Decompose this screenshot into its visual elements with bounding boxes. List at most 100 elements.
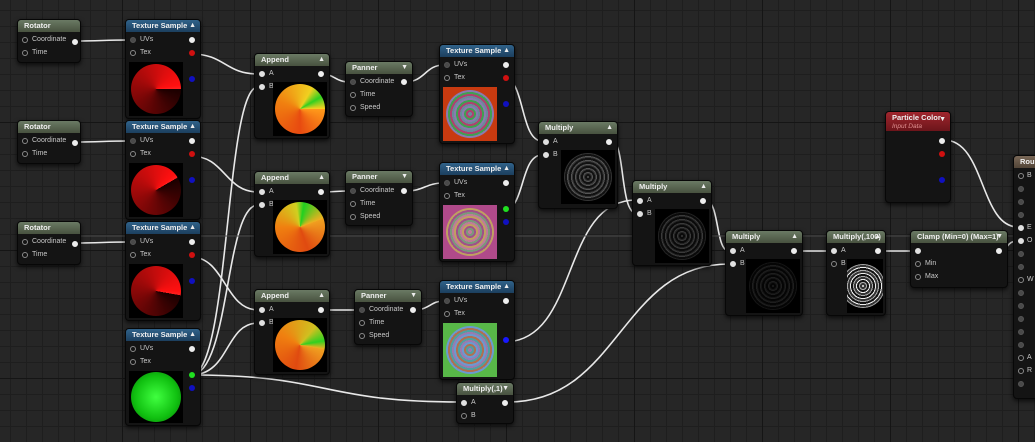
chevron-up-icon[interactable]: ▲ — [189, 121, 196, 133]
node-header[interactable]: Texture Sample ▲ — [440, 163, 514, 175]
output-pin[interactable] — [875, 248, 881, 254]
rgb-output-pin[interactable] — [189, 37, 195, 43]
time-pin[interactable] — [350, 201, 356, 207]
multiply-constant-node[interactable]: Multiply(,100) ▲ A B — [826, 230, 886, 316]
blue-output-pin[interactable] — [503, 219, 509, 225]
node-header[interactable]: Texture Sample ▲ — [126, 121, 200, 133]
panner-node[interactable]: Panner ▼ Coordinate Time Speed — [345, 170, 413, 226]
multiply-constant-node[interactable]: Multiply(,1) ▼ A B — [456, 382, 514, 424]
a-pin[interactable] — [637, 198, 643, 204]
roughness-pin[interactable] — [1018, 212, 1024, 218]
node-header[interactable]: Append ▲ — [255, 172, 329, 184]
chevron-up-icon[interactable]: ▲ — [189, 329, 196, 341]
texture-sample-node[interactable]: Texture Sample ▲ UVs Tex — [125, 120, 201, 220]
chevron-up-icon[interactable]: ▲ — [503, 281, 510, 293]
node-header[interactable]: Panner ▼ — [346, 62, 412, 74]
output-pin[interactable] — [700, 198, 706, 204]
chevron-down-icon[interactable]: ▼ — [939, 115, 946, 125]
b-pin[interactable] — [543, 152, 549, 158]
append-node[interactable]: Append ▲ A B — [254, 289, 330, 375]
a-pin[interactable] — [461, 400, 467, 406]
uvs-pin[interactable] — [444, 180, 450, 186]
a-pin[interactable] — [259, 71, 265, 77]
node-header[interactable]: Panner ▼ — [346, 171, 412, 183]
alpha-output-pin[interactable] — [503, 232, 509, 238]
rotator-node[interactable]: Rotator Coordinate Time — [17, 221, 81, 265]
base-color-pin[interactable] — [1018, 173, 1024, 179]
blue-output-pin[interactable] — [939, 177, 945, 183]
uvs-pin[interactable] — [130, 239, 136, 245]
max-pin[interactable] — [915, 274, 921, 280]
rgb-output-pin[interactable] — [189, 346, 195, 352]
texture-sample-node[interactable]: Texture Sample ▲ UVs Tex — [125, 328, 201, 426]
a-pin[interactable] — [730, 248, 736, 254]
output-pin[interactable] — [401, 79, 407, 85]
blue-output-pin[interactable] — [189, 278, 195, 284]
coordinate-pin[interactable] — [22, 37, 28, 43]
chevron-up-icon[interactable]: ▲ — [189, 20, 196, 32]
green-output-pin[interactable] — [189, 372, 195, 378]
output-pin[interactable] — [72, 39, 78, 45]
green-output-pin[interactable] — [503, 88, 509, 94]
blue-output-pin[interactable] — [189, 177, 195, 183]
texture-sample-node[interactable]: Texture Sample ▲ UVs Tex — [439, 280, 515, 380]
chevron-up-icon[interactable]: ▲ — [318, 54, 325, 66]
red-output-pin[interactable] — [189, 252, 195, 258]
tex-pin[interactable] — [444, 193, 450, 199]
speed-pin[interactable] — [350, 105, 356, 111]
output-pin[interactable] — [410, 307, 416, 313]
output-pin[interactable] — [996, 248, 1002, 254]
coordinate-pin[interactable] — [22, 239, 28, 245]
green-output-pin[interactable] — [939, 164, 945, 170]
node-header[interactable]: Roun — [1014, 156, 1035, 168]
emissive-color-pin[interactable] — [1018, 225, 1024, 231]
coordinate-pin[interactable] — [350, 79, 356, 85]
chevron-up-icon[interactable]: ▲ — [189, 222, 196, 234]
material-result-node[interactable]: Roun B E O W A R — [1013, 155, 1035, 399]
node-header[interactable]: Append ▲ — [255, 290, 329, 302]
output-pin[interactable] — [606, 139, 612, 145]
node-header[interactable]: Texture Sample ▲ — [126, 222, 200, 234]
alpha-output-pin[interactable] — [189, 398, 195, 404]
rotator-node[interactable]: Rotator Coordinate Time — [17, 19, 81, 63]
b-pin[interactable] — [637, 211, 643, 217]
output-pin[interactable] — [791, 248, 797, 254]
tex-pin[interactable] — [444, 75, 450, 81]
rgb-output-pin[interactable] — [503, 62, 509, 68]
b-pin[interactable] — [259, 84, 265, 90]
append-node[interactable]: Append ▲ A B — [254, 53, 330, 139]
green-output-pin[interactable] — [503, 324, 509, 330]
texture-sample-node[interactable]: Texture Sample ▲ UVs Tex — [125, 221, 201, 321]
b-pin[interactable] — [259, 320, 265, 326]
texture-sample-node[interactable]: Texture Sample ▲ UVs Tex — [125, 19, 201, 119]
pixel-depth-offset-pin[interactable] — [1018, 381, 1024, 387]
node-header[interactable]: Texture Sample ▲ — [126, 20, 200, 32]
chevron-down-icon[interactable]: ▼ — [401, 171, 408, 183]
opacity-pin[interactable] — [1018, 238, 1024, 244]
node-header[interactable]: Rotator — [18, 20, 80, 32]
node-header[interactable]: Texture Sample ▲ — [440, 281, 514, 293]
time-pin[interactable] — [22, 50, 28, 56]
custom-data-pin[interactable] — [1018, 329, 1024, 335]
clamp-node[interactable]: Clamp (Min=0) (Max=1) ▼ Min Max — [910, 230, 1008, 288]
node-header[interactable]: Multiply(,100) ▲ — [827, 231, 885, 243]
time-pin[interactable] — [359, 320, 365, 326]
red-output-pin[interactable] — [939, 151, 945, 157]
b-pin[interactable] — [461, 413, 467, 419]
ambient-occlusion-pin[interactable] — [1018, 355, 1024, 361]
time-pin[interactable] — [350, 92, 356, 98]
green-output-pin[interactable] — [189, 265, 195, 271]
blue-output-pin[interactable] — [189, 385, 195, 391]
chevron-up-icon[interactable]: ▲ — [318, 172, 325, 184]
chevron-up-icon[interactable]: ▲ — [874, 231, 881, 243]
node-header[interactable]: Multiply(,1) ▼ — [457, 383, 513, 395]
node-header[interactable]: Multiply ▲ — [539, 122, 617, 134]
node-header[interactable]: Particle Color Input Data ▼ — [886, 112, 950, 131]
b-pin[interactable] — [259, 202, 265, 208]
speed-pin[interactable] — [350, 214, 356, 220]
alpha-output-pin[interactable] — [503, 350, 509, 356]
particle-color-node[interactable]: Particle Color Input Data ▼ — [885, 111, 951, 203]
normal-pin[interactable] — [1018, 264, 1024, 270]
chevron-up-icon[interactable]: ▲ — [318, 290, 325, 302]
output-pin[interactable] — [72, 241, 78, 247]
